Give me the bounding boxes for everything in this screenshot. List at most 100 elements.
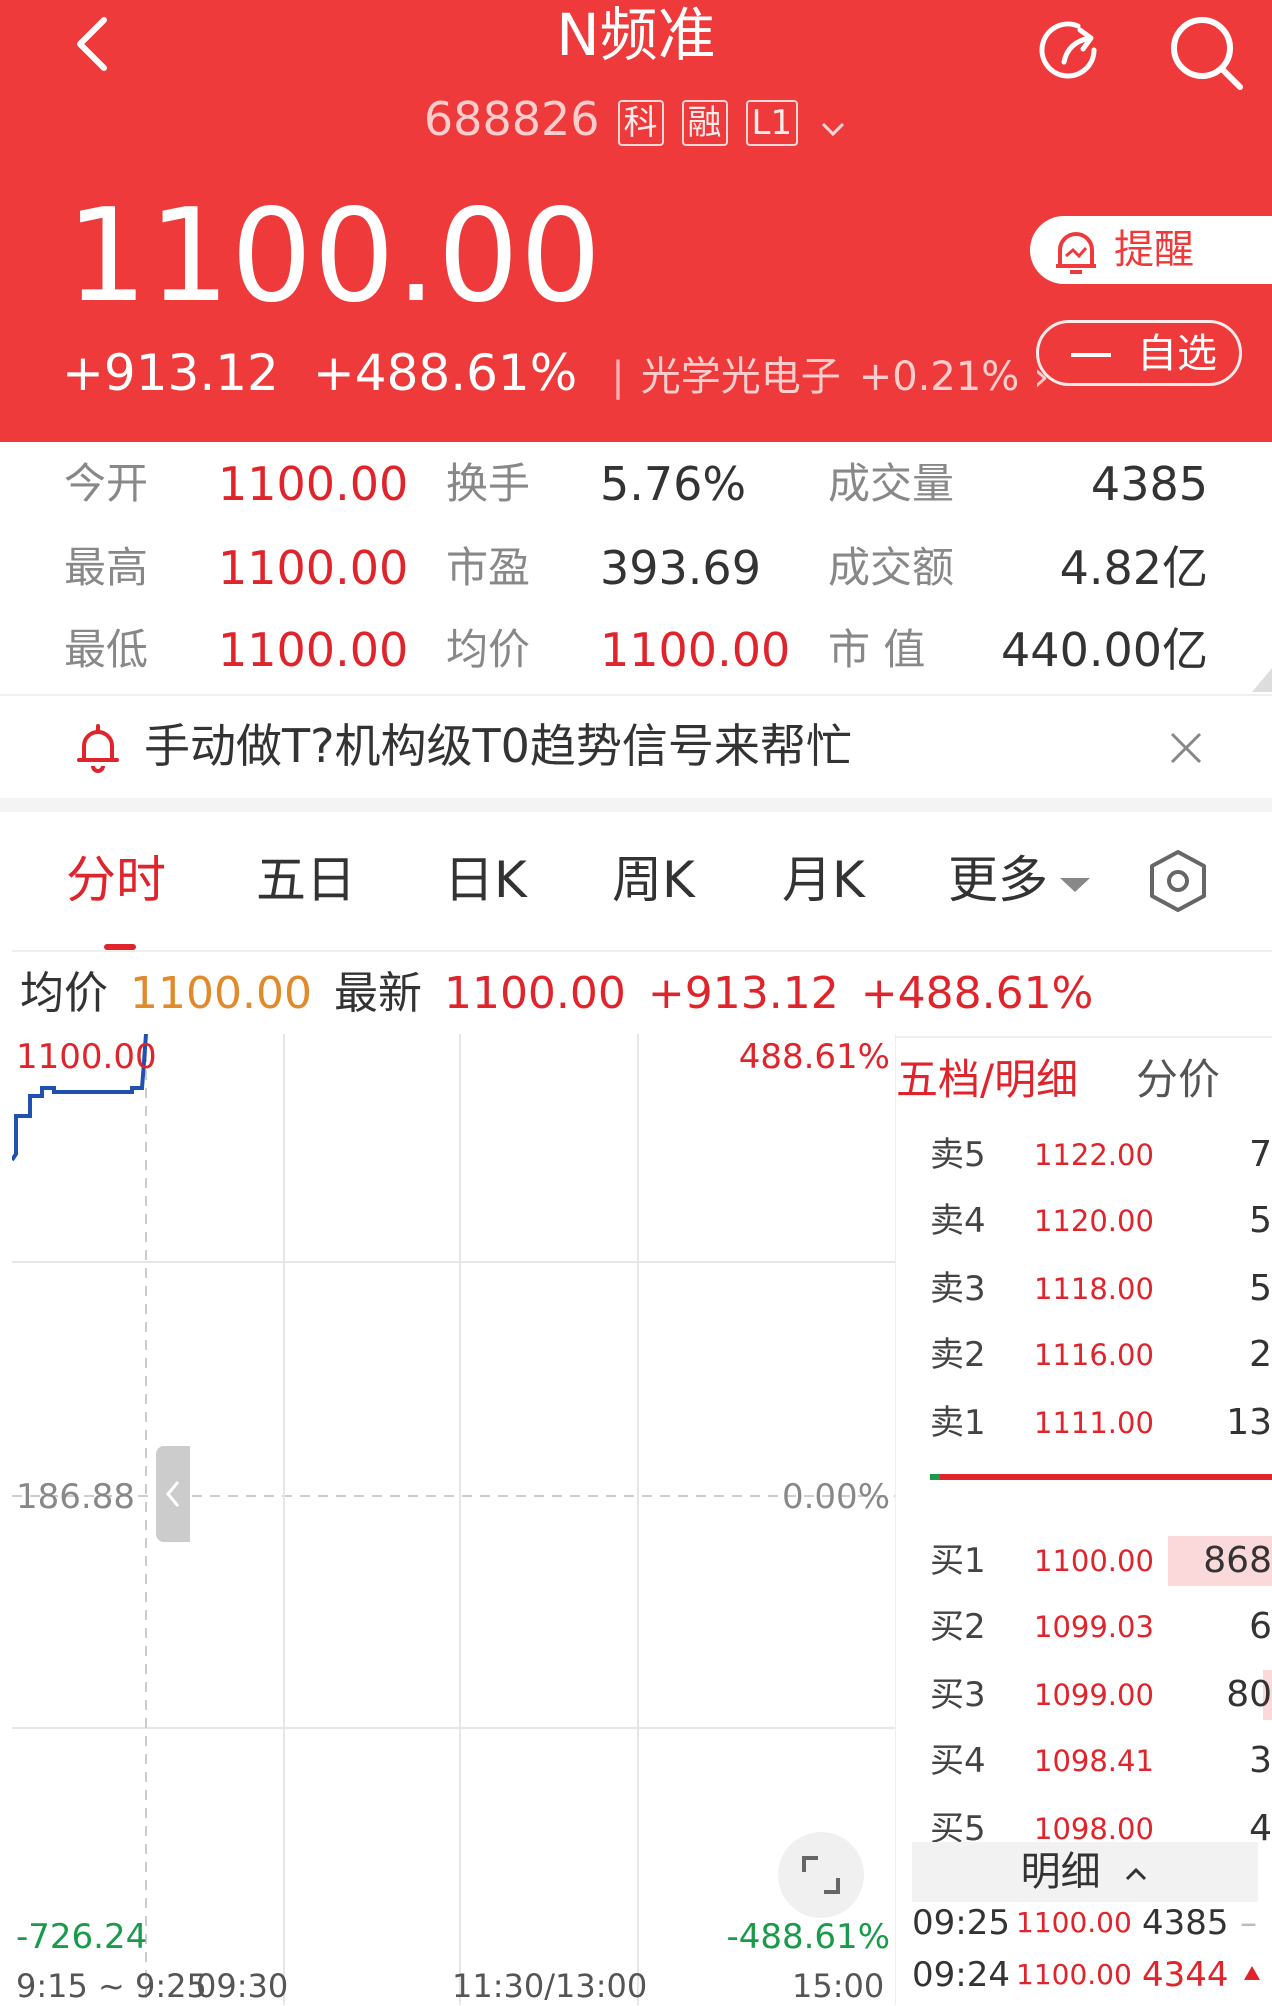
settings-icon[interactable]	[1146, 848, 1210, 914]
tab-price-distribution[interactable]: 分价	[1136, 1050, 1220, 1110]
stats-panel: 今开 1100.00 换手 5.76% 成交量 4385 最高 1100.00 …	[0, 442, 1272, 692]
watchlist-label: 自选	[1137, 331, 1217, 377]
stat-value: 5.76%	[600, 457, 747, 511]
tick-time: 09:25	[912, 1903, 1010, 1943]
bid-price: 1100.00	[1034, 1544, 1154, 1578]
stat-label: 今开	[64, 459, 149, 508]
sector-change: +0.21%	[858, 354, 1020, 400]
sector-link[interactable]: 光学光电子 +0.21% ›	[641, 354, 1050, 400]
ask-volume: 7	[1249, 1134, 1272, 1175]
corner-fold-icon	[1252, 668, 1272, 692]
bid-ask-ratio-bar	[930, 1474, 1272, 1480]
banner-text: 手动做T?机构级T0趋势信号来帮忙	[144, 719, 852, 773]
promo-banner[interactable]: 手动做T?机构级T0趋势信号来帮忙	[0, 694, 1272, 800]
intraday-chart[interactable]: 1100.00 488.61% 186.88 0.00% -726.24 -48…	[12, 1034, 896, 2005]
info-change: +913.12	[647, 968, 839, 1019]
tab-more-label: 更多	[948, 851, 1048, 909]
tab-five-day[interactable]: 五日	[256, 850, 356, 910]
y-label-top-left: 1100.00	[16, 1037, 157, 1077]
ask-price: 1118.00	[1034, 1272, 1154, 1306]
stat-label: 最高	[64, 543, 149, 592]
price-change: +913.12	[62, 344, 279, 402]
bid-label: 买2	[930, 1607, 986, 1647]
bid-volume: 6	[1249, 1606, 1272, 1647]
ask-price: 1116.00	[1034, 1338, 1154, 1372]
y-label-mid-right: 0.00%	[781, 1477, 890, 1517]
tab-more[interactable]: 更多	[948, 850, 1092, 910]
stat-label: 成交额	[828, 543, 955, 592]
tag-rong: 融	[681, 99, 728, 146]
stat-value: 1100.00	[218, 457, 409, 511]
alarm-icon	[1056, 232, 1096, 274]
tick-volume: 4344	[1142, 1955, 1229, 1995]
stat-value: 1100.00	[218, 541, 409, 595]
ask-price: 1120.00	[1034, 1204, 1154, 1238]
ask-volume: 2	[1249, 1334, 1272, 1375]
stat-value: 1100.00	[218, 623, 409, 677]
bid-volume: 80	[1226, 1674, 1272, 1715]
tag-l1[interactable]: L1	[745, 99, 799, 146]
sector-name: 光学光电子	[640, 354, 841, 400]
fullscreen-button[interactable]	[778, 1832, 864, 1918]
tab-daily-k[interactable]: 日K	[444, 850, 527, 910]
current-price: 1100.00	[66, 182, 603, 331]
intraday-info-row: 均价 1100.00 最新 1100.00 +913.12 +488.61%	[12, 950, 1272, 1038]
remind-label: 提醒	[1114, 227, 1194, 273]
bell-icon	[77, 724, 119, 773]
ask-row: 卖1 1111.00 13	[896, 1390, 1272, 1456]
collapse-handle[interactable]	[156, 1446, 190, 1542]
ask-row: 卖4 1120.00 5	[896, 1188, 1272, 1254]
y-label-bottom-right: -488.61%	[726, 1917, 890, 1957]
bid-volume: 3	[1249, 1740, 1272, 1781]
tag-ke: 科	[617, 99, 664, 146]
latest-value: 1100.00	[443, 968, 626, 1019]
stock-code-row: 688826 科融 L1	[0, 88, 1272, 154]
y-label-mid-left: 186.88	[16, 1477, 135, 1517]
up-arrow-icon	[1244, 1966, 1260, 1980]
watchlist-button[interactable]: 自选	[1036, 320, 1242, 386]
close-icon[interactable]	[1168, 730, 1204, 766]
ask-price: 1111.00	[1034, 1406, 1154, 1440]
remind-button[interactable]: 提醒	[1030, 216, 1272, 284]
tab-order-book[interactable]: 五档/明细	[896, 1050, 1078, 1110]
tab-weekly-k[interactable]: 周K	[612, 850, 695, 910]
tick-volume: 4385	[1142, 1903, 1229, 1943]
tick-row: 09:24 1100.00 4344	[912, 1950, 1272, 2000]
bid-row: 买3 1099.00 80	[896, 1662, 1272, 1728]
search-icon[interactable]	[1168, 12, 1246, 92]
ask-label: 卖2	[930, 1335, 986, 1375]
ask-price: 1122.00	[1034, 1138, 1154, 1172]
x-label: 11:30/13:00	[452, 1967, 648, 2005]
minus-icon	[1071, 353, 1111, 357]
stat-value: 393.69	[600, 541, 761, 595]
stock-code: 688826	[423, 92, 600, 146]
bid-label: 买3	[930, 1675, 986, 1715]
bid-row: 买4 1098.41 3	[896, 1728, 1272, 1794]
tab-intraday[interactable]: 分时	[66, 850, 166, 910]
bid-volume: 868	[1203, 1540, 1272, 1581]
bid-price: 1098.41	[1034, 1744, 1154, 1778]
ask-row: 卖3 1118.00 5	[896, 1256, 1272, 1322]
ask-volume: 13	[1226, 1402, 1272, 1443]
avg-label: 均价	[20, 968, 108, 1019]
stat-label: 换手	[446, 459, 531, 508]
latest-label: 最新	[333, 968, 422, 1019]
stat-label: 市盈	[446, 543, 531, 592]
chart-area	[12, 1034, 896, 2005]
share-icon[interactable]	[1034, 14, 1108, 88]
detail-toggle[interactable]: 明细	[912, 1842, 1258, 1902]
tick-price: 1100.00	[1016, 1906, 1132, 1939]
chart-tabs: 分时 五日 日K 周K 月K 更多	[0, 812, 1272, 950]
bid-row: 买2 1099.03 6	[896, 1594, 1272, 1660]
tab-monthly-k[interactable]: 月K	[782, 850, 865, 910]
ask-volume: 5	[1249, 1200, 1272, 1241]
ask-row: 卖2 1116.00 2	[896, 1322, 1272, 1388]
divider	[0, 798, 1272, 812]
chevron-down-icon[interactable]	[818, 92, 848, 154]
bid-price: 1099.00	[1034, 1678, 1154, 1712]
neutral-dash: –	[1240, 1903, 1257, 1943]
detail-label: 明细	[1020, 1849, 1101, 1895]
ask-row: 卖5 1122.00 7	[896, 1122, 1272, 1188]
stat-value: 4.82亿	[1059, 541, 1208, 595]
bid-label: 买1	[930, 1541, 986, 1581]
